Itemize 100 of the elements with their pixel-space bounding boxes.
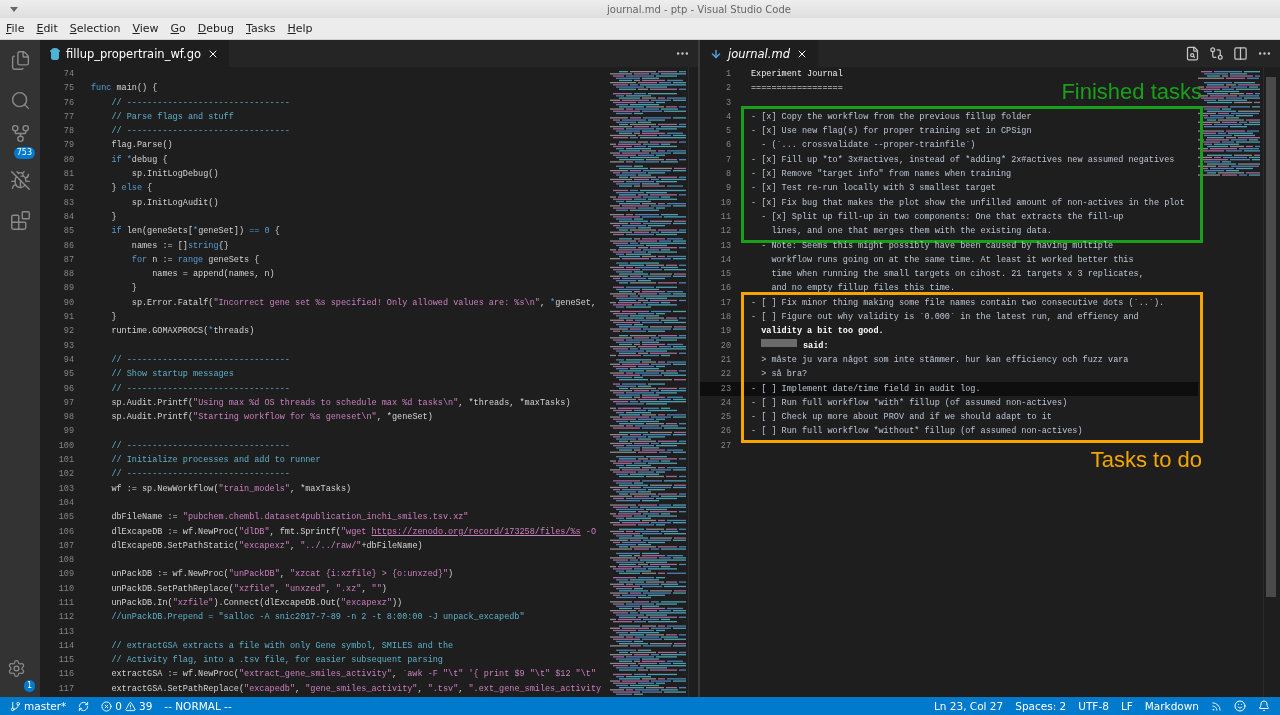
code-line: sp.Audit.Printf("Starting workflow for %s geneset\n", *geneSet) — [110, 411, 433, 425]
branch-icon — [10, 700, 21, 712]
window-title: journal.md - ptp - Visual Studio Code — [606, 3, 792, 15]
feed-icon[interactable] — [1211, 700, 1222, 712]
menu-item[interactable]: View — [132, 22, 159, 35]
line-number: 86 — [62, 239, 74, 253]
text-line: validity a bit too good. — [760, 325, 884, 339]
menu-item[interactable]: Go — [170, 22, 186, 35]
extensions-icon[interactable] — [9, 209, 31, 231]
cursor-position[interactable]: Ln 23, Col 27 — [934, 700, 1004, 712]
vim-mode: -- NORMAL -- — [164, 700, 232, 712]
code-line: if len(geneSets[*geneSet]) == 0 { — [110, 225, 280, 239]
problems-status[interactable]: 0 39 — [101, 700, 153, 712]
search-icon[interactable] — [9, 89, 31, 111]
code-line: func main() { — [91, 82, 158, 96]
menu-item[interactable]: Selection — [69, 22, 121, 35]
code-line: flag.Parse() — [110, 139, 173, 153]
line-ending-status[interactable]: LF — [1120, 700, 1133, 712]
line-number: 91 — [62, 311, 74, 325]
text-line: - [x] Use new flag(s) for proper training set in CPSign — [751, 125, 1032, 139]
text-line: and no empty fillup files this time. — [770, 282, 956, 296]
code-line: unPackDB.SetPathReplace("xzfile", "unxzed", ".xz", "") — [110, 582, 387, 596]
line-number: 25 — [719, 411, 731, 425]
editor-tab[interactable]: fillup_propertrain_wf.go — [40, 40, 229, 67]
code-line: // -------------------------------- — [110, 382, 290, 396]
code-line: sp.InitLogDebug() — [130, 168, 219, 182]
menu-item[interactable]: Debug — [197, 22, 235, 35]
line-number: 1 — [724, 68, 731, 81]
code-line: // Initialize processes and add to runner — [110, 454, 321, 467]
bug-icon[interactable] — [9, 169, 31, 191]
line-number: 82 — [62, 182, 74, 196]
code-line: runtime.GOMAXPROCS(*threads) — [110, 325, 255, 339]
text-line: - [ ] Figure out why validity is `0.000` in the latest run, and effiency and — [751, 311, 1139, 325]
line-number: 75 — [62, 82, 74, 96]
line-number: 16 — [719, 282, 731, 296]
line-number: 98 — [62, 411, 74, 425]
line-number: 80 — [62, 153, 74, 167]
line-number: 108 — [57, 554, 74, 568]
compare-icon[interactable] — [1209, 46, 1224, 61]
line-number: 6 — [724, 139, 731, 153]
bell-icon[interactable] — [1258, 700, 1270, 712]
link[interactable]: https://zenodo.org/record/173258/files/%s — [371, 524, 581, 539]
line-number: 17 — [719, 296, 731, 310]
source-control-icon[interactable] — [9, 122, 31, 144]
text-line: - [x] Fill up *to* 3x#actives, instead of *adding* 2x#actives new assumed negatives — [751, 153, 1175, 167]
code-line: sp.Audit.Printf("Using max %d OS threads to schedule max %d tasks\n", *threads, *maxTasks) — [110, 396, 571, 410]
sync-icon[interactable] — [78, 700, 90, 712]
settings-icon[interactable] — [6, 658, 26, 678]
code-line: extractGSA := wf.NewProc("extract_gene_smiles_activity", `awk -F "\t" '{ print $9 "\t" $12 "\t" — [110, 668, 596, 682]
editor-tab[interactable]: journal.md — [700, 40, 818, 67]
line-number: 116 — [57, 668, 74, 682]
line-number: 111 — [57, 597, 74, 610]
code-line: } — [110, 311, 117, 325]
menu-item[interactable]: Edit — [36, 22, 58, 35]
indentation-status[interactable]: Spaces: 2 — [1015, 700, 1067, 712]
notification-count: 753 — [13, 147, 35, 159]
scrollbar-thumb[interactable] — [1266, 77, 1276, 597]
code-line: // Parse flags and stuff — [110, 110, 234, 124]
line-number: 21 — [719, 353, 731, 367]
line-number: 24 — [719, 396, 731, 410]
heading-text: Experiment Journal — [751, 68, 843, 81]
line-number: 105 — [57, 511, 74, 525]
line-number: 102 — [57, 468, 74, 482]
line-number: 14 — [719, 253, 731, 267]
line-number: 26 — [719, 425, 731, 439]
branch-status[interactable]: master* — [10, 700, 67, 712]
menu-item[interactable]: Help — [287, 22, 313, 35]
language-status[interactable]: Markdown — [1144, 700, 1199, 712]
encoding-status[interactable]: UTF-8 — [1078, 700, 1109, 712]
line-number: 3 — [724, 96, 731, 110]
feedback-icon[interactable] — [1234, 700, 1246, 712]
text-line: > måste ju vara något som inte stämmer. hur kan efficiency och fuzz vara — [760, 353, 1129, 367]
go-file-icon — [50, 47, 60, 60]
line-number: 18 — [719, 311, 731, 325]
line-number: 87 — [62, 253, 74, 267]
line-number: 113 — [57, 625, 74, 639]
code-line: // Show startup messages — [110, 368, 234, 382]
annotation-label: Tasks to do — [1090, 447, 1202, 472]
split-editor-icon[interactable] — [1233, 46, 1248, 61]
line-number: 23 — [719, 382, 731, 396]
text-line: - [ ] Implement date/time field in audit log. — [751, 382, 981, 396]
files-icon[interactable] — [9, 49, 31, 71]
menu-item[interactable]: File — [6, 22, 25, 35]
line-number: 89 — [62, 282, 74, 296]
line-number: 20 — [719, 339, 731, 353]
dropdown-icon[interactable] — [10, 6, 18, 12]
line-number: 22 — [719, 368, 731, 382]
line-number: 93 — [62, 339, 74, 353]
line-number: 19 — [719, 325, 731, 339]
menu-item[interactable]: Tasks — [246, 22, 276, 35]
line-number: 106 — [57, 525, 74, 539]
text-line: - Note: Seems this might possibly have been caused by having multiple — [760, 239, 1114, 253]
preview-icon[interactable] — [1185, 46, 1200, 61]
line-number: 114 — [57, 639, 74, 653]
line-number: 96 — [62, 382, 74, 396]
line-number: 107 — [57, 539, 74, 553]
line-number: 79 — [62, 139, 74, 153]
line-number: 27 — [719, 439, 731, 453]
line-number: 76 — [62, 96, 74, 110]
line-number: 100 — [57, 439, 74, 453]
